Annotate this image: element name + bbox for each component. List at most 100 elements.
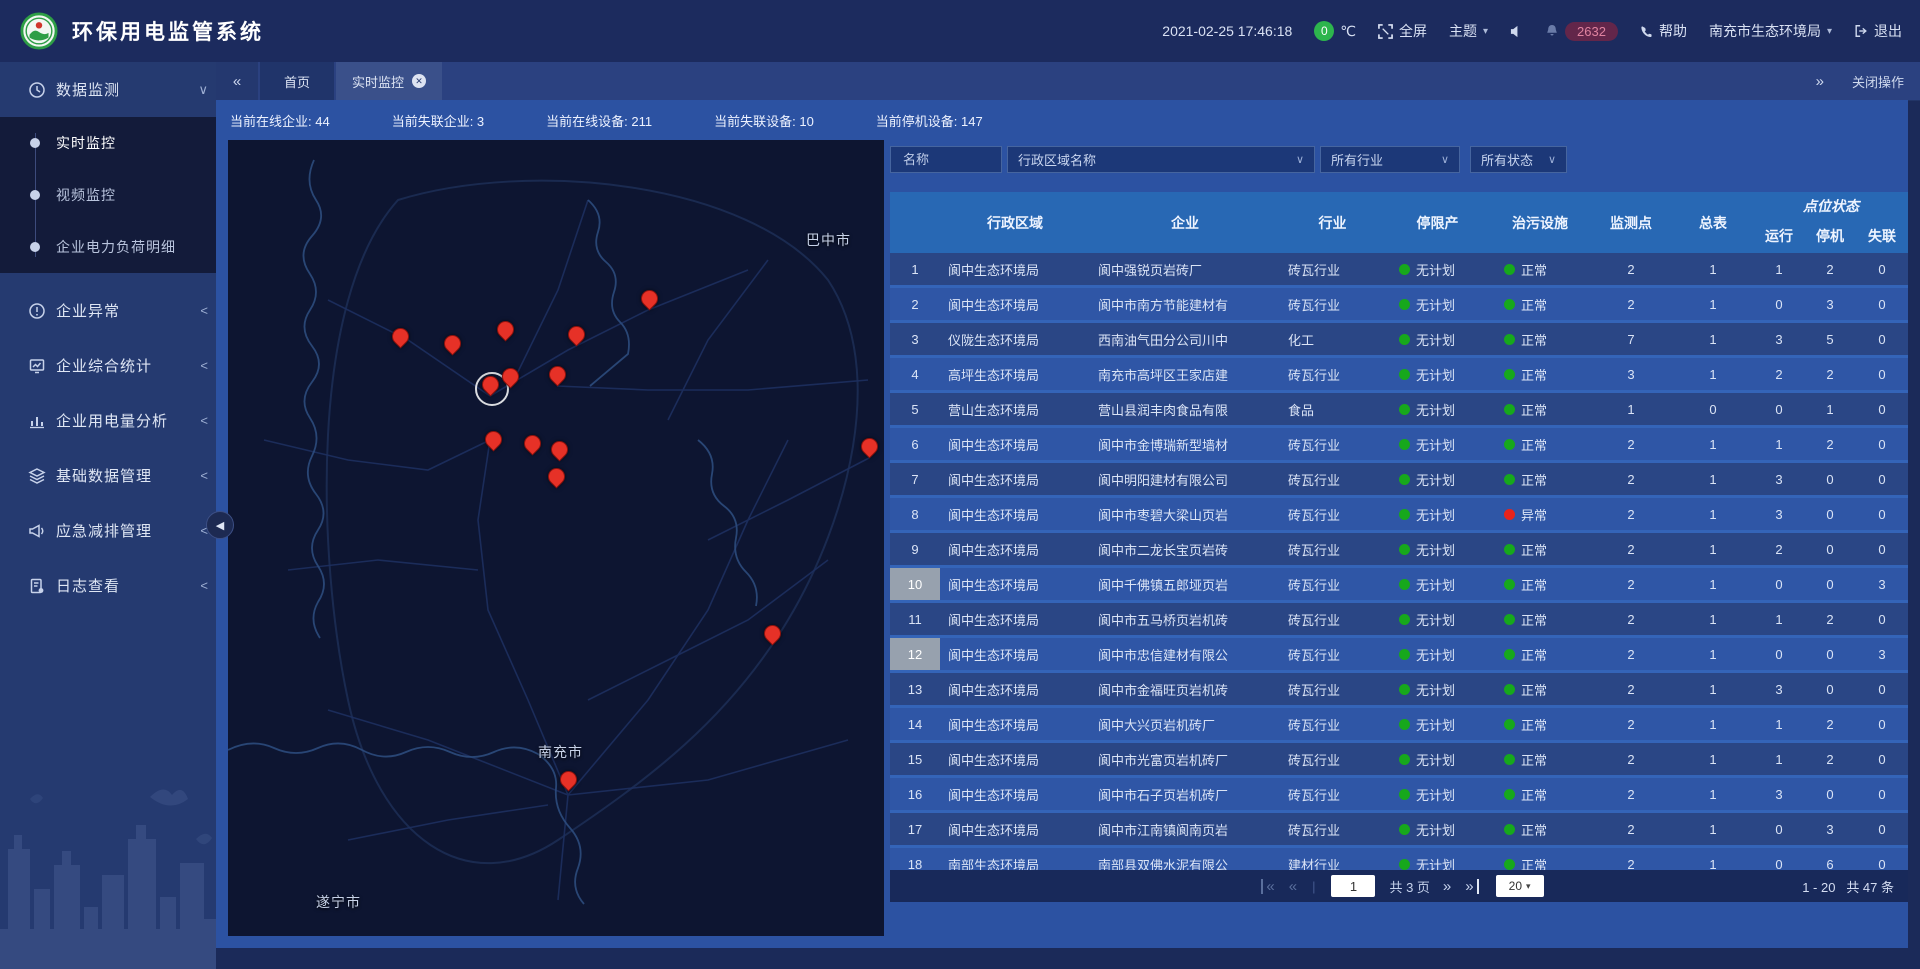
cell-limit-status: 无计划 — [1385, 673, 1490, 705]
table-row[interactable]: 16阆中生态环境局阆中市石子页岩机砖厂砖瓦行业无计划正常21300 — [890, 778, 1908, 813]
sidebar-item-3[interactable]: 企业综合统计< — [0, 338, 216, 393]
name-search-input[interactable] — [901, 151, 991, 168]
chevron-collapsed-icon: < — [200, 468, 208, 483]
cell-run: 3 — [1754, 463, 1804, 495]
table-row[interactable]: 13阆中生态环境局阆中市金福旺页岩机砖砖瓦行业无计划正常21300 — [890, 673, 1908, 708]
status-dot-icon — [1504, 824, 1515, 835]
tabs-scroll-right-button[interactable]: » — [1816, 73, 1824, 90]
first-page-button[interactable]: « — [1261, 879, 1274, 894]
sidebar-item-2[interactable]: 企业异常< — [0, 283, 216, 338]
alert-icon — [28, 302, 46, 320]
col-region: 行政区域 — [940, 192, 1090, 253]
tab-label: 首页 — [284, 72, 310, 91]
cell-industry: 砖瓦行业 — [1280, 603, 1385, 635]
cell-industry: 砖瓦行业 — [1280, 288, 1385, 320]
cell-limit-status: 无计划 — [1385, 253, 1490, 285]
fullscreen-button[interactable]: 全屏 — [1378, 21, 1427, 41]
table-row[interactable]: 8阆中生态环境局阆中市枣碧大梁山页岩砖瓦行业无计划异常21300 — [890, 498, 1908, 533]
cell-stop: 2 — [1804, 603, 1856, 635]
table-row[interactable]: 5营山生态环境局营山县润丰肉食品有限食品无计划正常10010 — [890, 393, 1908, 428]
sidebar-item-1[interactable]: 数据监测∨ — [0, 62, 216, 117]
sidebar-item-7[interactable]: 日志查看< — [0, 558, 216, 613]
gis-map[interactable]: 巴中市南充市遂宁市 — [228, 140, 884, 936]
table-row[interactable]: 4高坪生态环境局南充市高坪区王家店建砖瓦行业无计划正常31220 — [890, 358, 1908, 393]
sidebar-subitem[interactable]: 企业电力负荷明细 — [0, 221, 216, 273]
cell-meters: 1 — [1672, 638, 1754, 670]
cell-stop: 0 — [1804, 568, 1856, 600]
app-logo-icon — [20, 12, 58, 50]
cell-run: 0 — [1754, 288, 1804, 320]
cell-company: 阆中市江南镇阆南页岩 — [1090, 813, 1280, 845]
megaphone-icon — [28, 522, 46, 540]
table-row[interactable]: 6阆中生态环境局阆中市金博瑞新型墙材砖瓦行业无计划正常21120 — [890, 428, 1908, 463]
last-page-button[interactable]: » — [1465, 879, 1478, 894]
cell-limit-status: 无计划 — [1385, 813, 1490, 845]
cell-meters: 1 — [1672, 253, 1754, 285]
table-row[interactable]: 18南部生态环境局南部县双佛水泥有限公建材行业无计划正常21060 — [890, 848, 1908, 870]
help-button[interactable]: 帮助 — [1640, 21, 1687, 41]
cell-company: 阆中市石子页岩机砖厂 — [1090, 778, 1280, 810]
org-name-label: 南充市生态环境局 — [1709, 21, 1821, 41]
table-row[interactable]: 10阆中生态环境局阆中千佛镇五郎垭页岩砖瓦行业无计划正常21003 — [890, 568, 1908, 603]
region-select[interactable]: 行政区域名称 ∨ — [1007, 146, 1315, 173]
org-dropdown[interactable]: 南充市生态环境局 ▾ — [1709, 21, 1832, 41]
cell-points: 2 — [1590, 568, 1672, 600]
page-number-input[interactable] — [1331, 875, 1375, 897]
mute-button[interactable] — [1510, 25, 1523, 38]
cell-meters: 1 — [1672, 813, 1754, 845]
cell-stop: 2 — [1804, 428, 1856, 460]
temperature-value: 0 — [1314, 21, 1334, 41]
logout-button[interactable]: 退出 — [1854, 21, 1902, 41]
notification-widget[interactable]: 2632 — [1545, 22, 1618, 41]
cell-company: 阆中市二龙长宝页岩砖 — [1090, 533, 1280, 565]
table-row[interactable]: 17阆中生态环境局阆中市江南镇阆南页岩砖瓦行业无计划正常21030 — [890, 813, 1908, 848]
cell-region: 阆中生态环境局 — [940, 673, 1090, 705]
theme-dropdown[interactable]: 主题 ▾ — [1449, 21, 1488, 41]
table-row[interactable]: 14阆中生态环境局阆中大兴页岩机砖厂砖瓦行业无计划正常21120 — [890, 708, 1908, 743]
prev-page-button[interactable]: « — [1289, 879, 1297, 894]
sidebar-collapse-button[interactable]: ◀ — [206, 511, 234, 539]
bullet-dot-icon — [30, 242, 40, 252]
chevron-down-icon: ∨ — [1441, 153, 1449, 166]
cell-limit-status: 无计划 — [1385, 568, 1490, 600]
close-icon[interactable]: ✕ — [412, 74, 426, 88]
row-index: 11 — [890, 603, 940, 635]
chevron-down-icon: ∨ — [1296, 153, 1304, 166]
table-row[interactable]: 7阆中生态环境局阆中明阳建材有限公司砖瓦行业无计划正常21300 — [890, 463, 1908, 498]
industry-select[interactable]: 所有行业 ∨ — [1320, 146, 1460, 173]
page-size-select[interactable]: 20 ▾ — [1496, 875, 1544, 897]
chevron-down-icon: ▾ — [1483, 26, 1488, 37]
table-row[interactable]: 9阆中生态环境局阆中市二龙长宝页岩砖砖瓦行业无计划正常21200 — [890, 533, 1908, 568]
cell-stop: 2 — [1804, 743, 1856, 775]
sidebar-item-5[interactable]: 基础数据管理< — [0, 448, 216, 503]
tab-2[interactable]: 实时监控✕ — [336, 62, 442, 100]
table-row[interactable]: 2阆中生态环境局阆中市南方节能建材有砖瓦行业无计划正常21030 — [890, 288, 1908, 323]
log-icon — [28, 577, 46, 595]
table-row[interactable]: 11阆中生态环境局阆中市五马桥页岩机砖砖瓦行业无计划正常21120 — [890, 603, 1908, 638]
sidebar-item-6[interactable]: 应急减排管理< — [0, 503, 216, 558]
name-search-field[interactable] — [890, 146, 1002, 173]
cell-lost: 0 — [1856, 533, 1908, 565]
status-select[interactable]: 所有状态 ∨ — [1470, 146, 1567, 173]
sidebar-item-4[interactable]: 企业用电量分析< — [0, 393, 216, 448]
table-row[interactable]: 1阆中生态环境局阆中强锐页岩砖厂砖瓦行业无计划正常21120 — [890, 253, 1908, 288]
next-page-button[interactable]: » — [1443, 879, 1451, 894]
sidebar-subitem[interactable]: 视频监控 — [0, 169, 216, 221]
sidebar-subitem-label: 视频监控 — [56, 185, 116, 205]
chevron-collapsed-icon: < — [200, 358, 208, 373]
table-row[interactable]: 3仪陇生态环境局西南油气田分公司川中化工无计划正常71350 — [890, 323, 1908, 358]
close-operations-button[interactable]: 关闭操作 — [1852, 72, 1904, 91]
status-dot-icon — [1504, 404, 1515, 415]
tab-1[interactable]: 首页 — [260, 62, 334, 100]
tabs-scroll-left-button[interactable]: « — [216, 62, 258, 100]
cell-limit-status: 无计划 — [1385, 428, 1490, 460]
cell-facility-status: 正常 — [1490, 323, 1590, 355]
table-row[interactable]: 15阆中生态环境局阆中市光富页岩机砖厂砖瓦行业无计划正常21120 — [890, 743, 1908, 778]
sidebar-subitem[interactable]: 实时监控 — [0, 117, 216, 169]
cell-lost: 0 — [1856, 743, 1908, 775]
sidebar-menu: 数据监测∨实时监控视频监控企业电力负荷明细企业异常<企业综合统计<企业用电量分析… — [0, 62, 216, 613]
status-dot-icon — [1399, 719, 1410, 730]
cell-company: 阆中明阳建材有限公司 — [1090, 463, 1280, 495]
table-row[interactable]: 12阆中生态环境局阆中市忠信建材有限公砖瓦行业无计划正常21003 — [890, 638, 1908, 673]
cell-facility-status: 正常 — [1490, 673, 1590, 705]
